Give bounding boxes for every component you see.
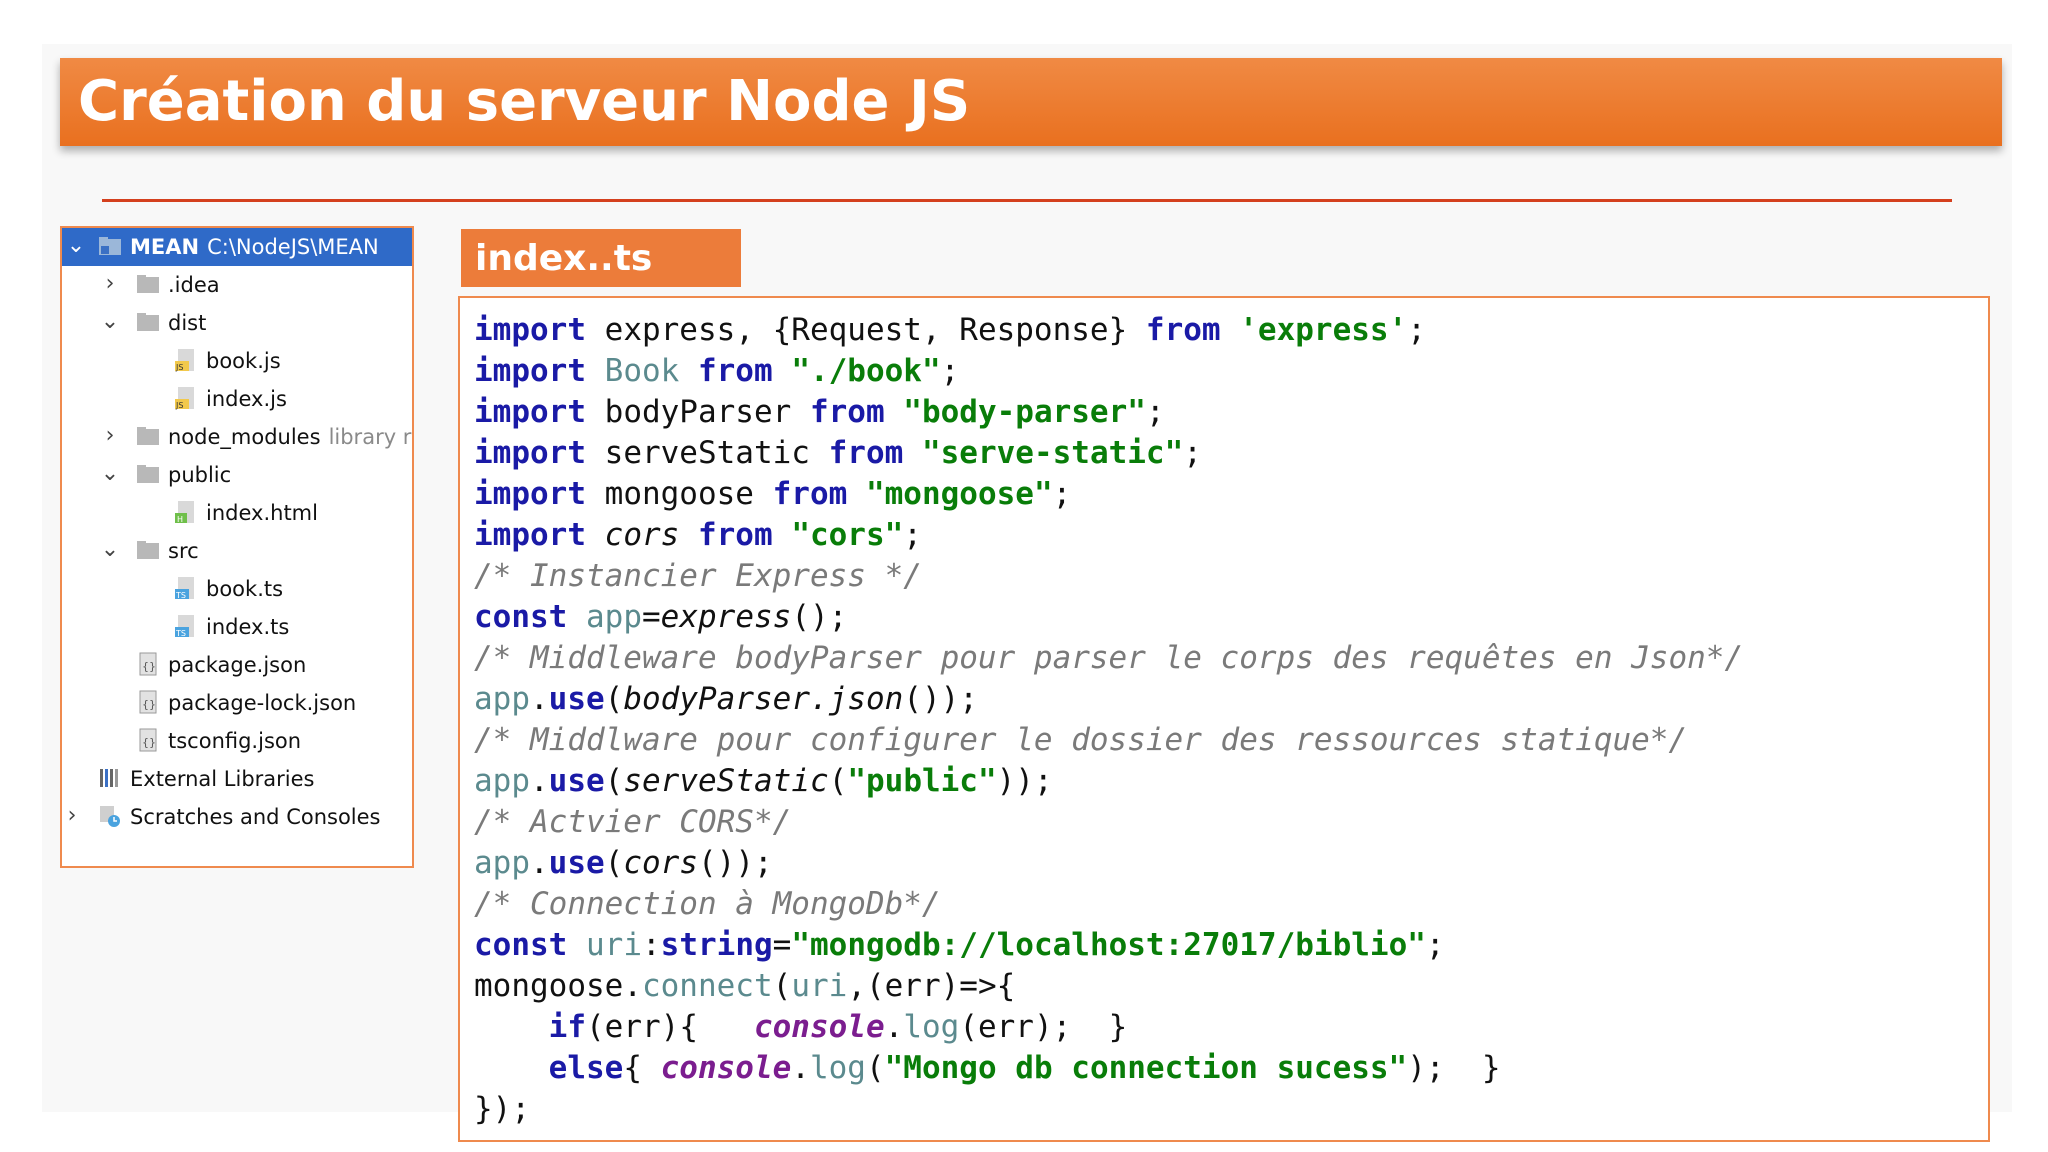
- svg-text:{}: {}: [142, 698, 156, 711]
- tree-item-public[interactable]: ⌄ public: [62, 456, 412, 494]
- tree-item-tsconfig-json[interactable]: {} tsconfig.json: [62, 722, 412, 760]
- folder-icon: [137, 541, 159, 559]
- svg-text:{}: {}: [142, 736, 156, 749]
- tree-item-label: book.js: [206, 349, 281, 373]
- code-line-4: import serveStatic from "serve-static";: [474, 435, 1202, 471]
- code-line-14: app.use(cors());: [474, 845, 773, 881]
- tree-item-book-ts[interactable]: TS book.ts: [62, 570, 412, 608]
- code-comment-mongo: /* Connection à MongoDb*/: [474, 886, 941, 922]
- tree-root-mean[interactable]: ⌄ MEAN C:\NodeJS\MEAN: [62, 228, 412, 266]
- code-line-20: });: [474, 1091, 530, 1127]
- tree-item-node-modules[interactable]: › node_modules library r: [62, 418, 412, 456]
- code-line-2: import Book from "./book";: [474, 353, 960, 389]
- code-comment-middleware-static: /* Middlware pour configurer le dossier …: [474, 722, 1688, 758]
- tree-item-scratches[interactable]: › Scratches and Consoles: [62, 798, 412, 836]
- library-root-hint: library r: [328, 425, 412, 449]
- tree-item-src[interactable]: ⌄ src: [62, 532, 412, 570]
- tree-item-label: package-lock.json: [168, 691, 357, 715]
- tree-item-label: External Libraries: [130, 767, 315, 791]
- chevron-right-icon[interactable]: ›: [100, 273, 120, 295]
- tree-item-label: dist: [168, 311, 207, 335]
- folder-icon: [137, 465, 159, 483]
- module-folder-icon: [99, 237, 121, 255]
- tree-item-label: index.ts: [206, 615, 290, 639]
- file-tab-label: index..ts: [475, 238, 653, 279]
- folder-icon: [137, 427, 159, 445]
- code-line-19: else{ console.log("Mongo db connection s…: [548, 1050, 1501, 1086]
- svg-text:JS: JS: [175, 363, 183, 372]
- svg-text:TS: TS: [175, 591, 186, 600]
- code-line-12: app.use(serveStatic("public"));: [474, 763, 1053, 799]
- root-name: MEAN: [130, 235, 200, 259]
- slide-title: Création du serveur Node JS: [78, 69, 971, 134]
- code-line-18: if(err){ console.log(err); }: [548, 1009, 1128, 1045]
- code-line-1: import express, {Request, Response} from…: [474, 312, 1426, 348]
- html-file-icon: H: [175, 501, 194, 524]
- chevron-right-icon[interactable]: ›: [62, 805, 82, 827]
- chevron-down-icon[interactable]: ⌄: [100, 311, 120, 333]
- tree-item-label: tsconfig.json: [168, 729, 302, 753]
- json-file-icon: {}: [139, 652, 157, 676]
- svg-text:H: H: [177, 515, 183, 524]
- file-tab-index-ts[interactable]: index..ts: [461, 229, 741, 287]
- code-line-8: const app=express();: [474, 599, 848, 635]
- scratches-icon: [100, 806, 120, 827]
- code-line-10: app.use(bodyParser.json());: [474, 681, 978, 717]
- tree-item-index-js[interactable]: JS index.js: [62, 380, 412, 418]
- javascript-file-icon: JS: [175, 387, 194, 410]
- tree-item-index-ts[interactable]: TS index.ts: [62, 608, 412, 646]
- root-path: C:\NodeJS\MEAN: [207, 235, 379, 259]
- tree-item-label: package.json: [168, 653, 307, 677]
- library-icon: [100, 769, 118, 787]
- code-editor[interactable]: import express, {Request, Response} from…: [458, 296, 1990, 1142]
- tree-item-label: node_modules: [168, 425, 321, 449]
- folder-icon: [137, 313, 159, 331]
- chevron-down-icon[interactable]: ⌄: [100, 539, 120, 561]
- tree-item-package-json[interactable]: {} package.json: [62, 646, 412, 684]
- svg-text:JS: JS: [175, 401, 183, 410]
- json-file-icon: {}: [139, 690, 157, 714]
- slide-title-bar: Création du serveur Node JS: [60, 58, 2002, 146]
- tree-item-label: public: [168, 463, 232, 487]
- javascript-file-icon: JS: [175, 349, 194, 372]
- folder-icon: [137, 275, 159, 293]
- tree-item-package-lock-json[interactable]: {} package-lock.json: [62, 684, 412, 722]
- code-line-5: import mongoose from "mongoose";: [474, 476, 1072, 512]
- tree-item-external-libraries[interactable]: External Libraries: [62, 760, 412, 798]
- tree-item-idea[interactable]: › .idea: [62, 266, 412, 304]
- tree-item-index-html[interactable]: H index.html: [62, 494, 412, 532]
- chevron-down-icon[interactable]: ⌄: [66, 235, 86, 257]
- typescript-file-icon: TS: [175, 577, 194, 600]
- chevron-right-icon[interactable]: ›: [100, 425, 120, 447]
- code-line-3: import bodyParser from "body-parser";: [474, 394, 1165, 430]
- tree-item-label: index.html: [206, 501, 318, 525]
- svg-text:{}: {}: [142, 660, 156, 673]
- chevron-down-icon[interactable]: ⌄: [100, 463, 120, 485]
- code-line-6: import cors from "cors";: [474, 517, 922, 553]
- code-comment-instancier: /* Instancier Express */: [474, 558, 922, 594]
- json-file-icon: {}: [139, 728, 157, 752]
- svg-text:TS: TS: [175, 629, 186, 638]
- typescript-file-icon: TS: [175, 615, 194, 638]
- project-tree-panel: ⌄ MEAN C:\NodeJS\MEAN › .idea ⌄ dist JS b…: [60, 226, 414, 868]
- tree-item-book-js[interactable]: JS book.js: [62, 342, 412, 380]
- code-line-17: mongoose.connect(uri,(err)=>{: [474, 968, 1016, 1004]
- tree-item-label: Scratches and Consoles: [130, 805, 381, 829]
- tree-item-label: src: [168, 539, 199, 563]
- code-line-16: const uri:string="mongodb://localhost:27…: [474, 927, 1445, 963]
- divider-line: [102, 199, 1952, 202]
- code-comment-middleware-body: /* Middleware bodyParser pour parser le …: [474, 640, 1744, 676]
- tree-item-label: index.js: [206, 387, 287, 411]
- tree-item-dist[interactable]: ⌄ dist: [62, 304, 412, 342]
- tree-item-label: .idea: [168, 273, 220, 297]
- tree-item-label: book.ts: [206, 577, 284, 601]
- code-comment-cors: /* Actvier CORS*/: [474, 804, 792, 840]
